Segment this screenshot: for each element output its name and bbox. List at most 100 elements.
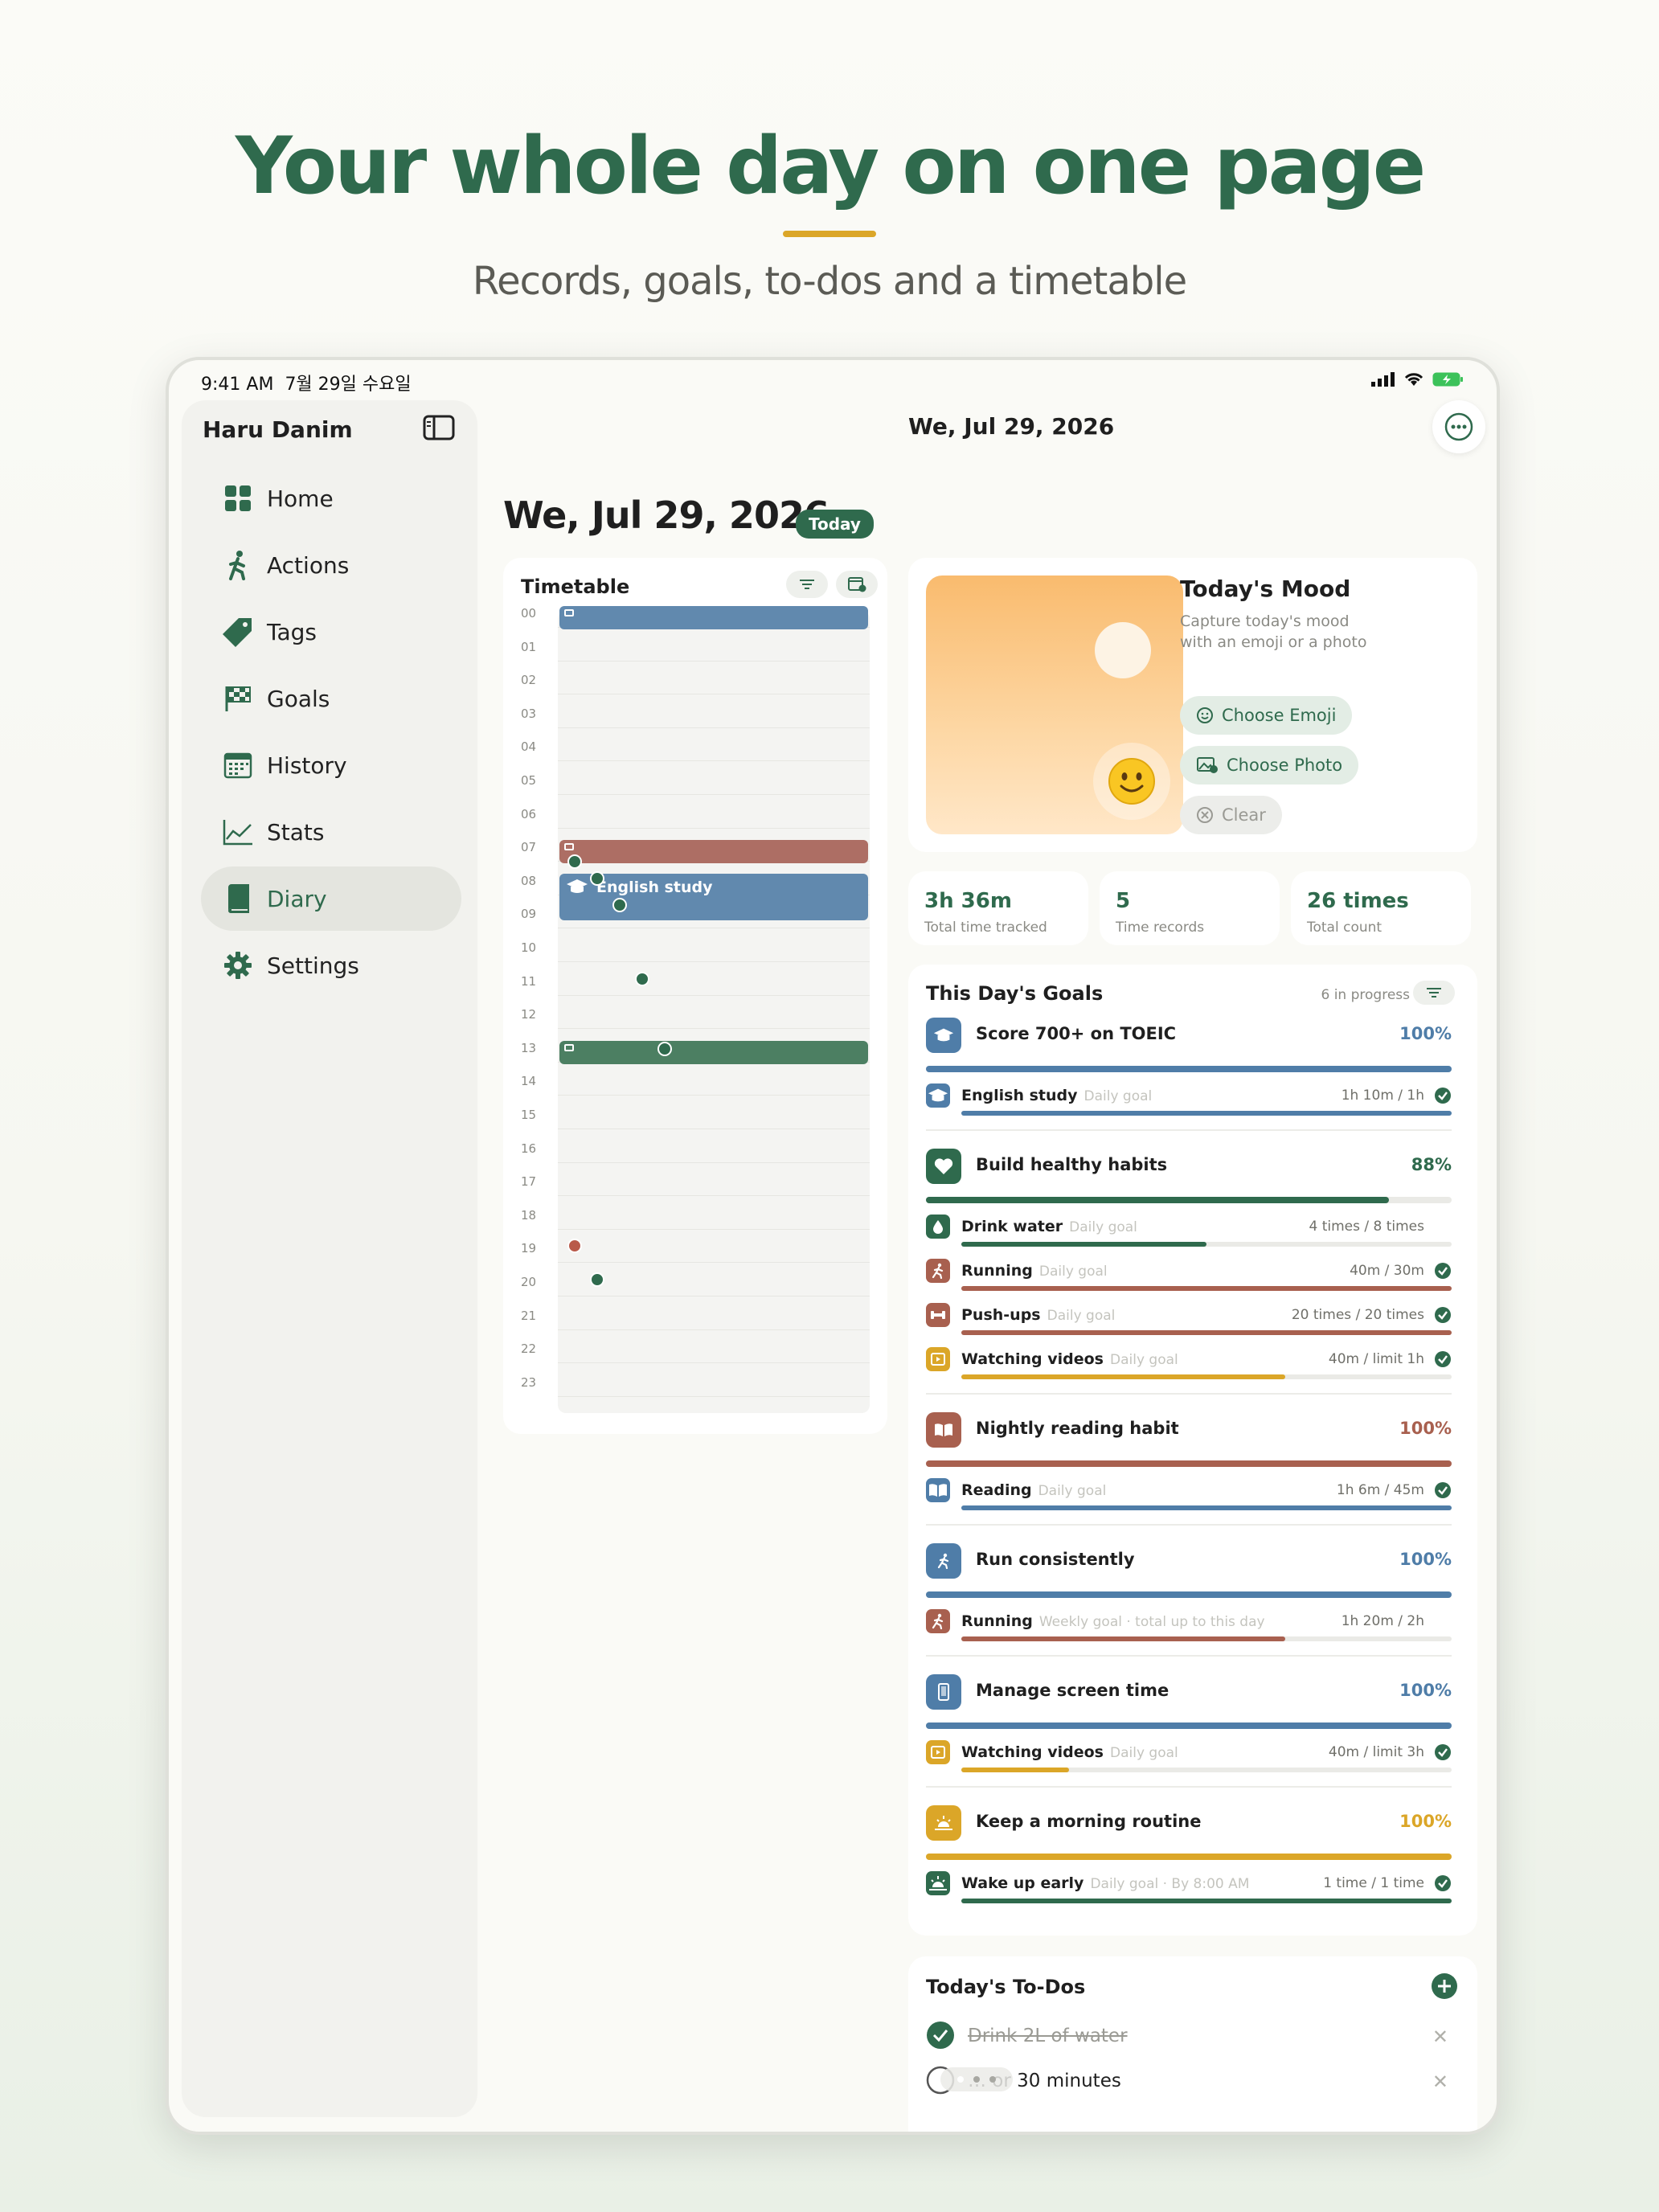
sub-goal-progress-bar	[961, 1505, 1452, 1510]
clear-mood-button[interactable]: Clear	[1180, 796, 1282, 834]
sidebar-item-home[interactable]: Home	[201, 466, 461, 530]
hour-label: 14	[521, 1074, 537, 1089]
choose-photo-button[interactable]: Choose Photo	[1180, 746, 1359, 784]
more-options-button[interactable]	[1432, 400, 1485, 453]
hour-label: 01	[521, 639, 537, 654]
sidebar-toggle-icon[interactable]	[423, 415, 455, 444]
gear-icon	[222, 949, 254, 981]
timetable-add-button[interactable]	[836, 571, 878, 598]
check-circle-icon	[1434, 1306, 1452, 1327]
sub-goal-type: Daily goal · By 8:00 AM	[1090, 1876, 1250, 1892]
goal-progress-fill	[926, 1197, 1389, 1203]
sidebar-item-diary[interactable]: Diary	[201, 866, 461, 931]
goal-group-row[interactable]: Keep a morning routine 100%	[926, 1805, 1452, 1862]
clear-circle-icon	[1197, 807, 1213, 823]
sub-goal-progress-fill	[961, 1768, 1070, 1772]
goal-group-row[interactable]: Score 700+ on TOEIC 100%	[926, 1018, 1452, 1074]
goal-divider	[926, 1393, 1452, 1395]
sub-goal-name: Running Daily goal	[961, 1262, 1108, 1280]
wifi-icon	[1404, 373, 1423, 386]
signal-icon	[1371, 372, 1395, 387]
sub-goal-progress-bar	[961, 1374, 1452, 1379]
mood-photo[interactable]	[926, 576, 1183, 834]
sub-goal-type: Daily goal	[1083, 1088, 1153, 1104]
add-todo-button[interactable]	[1431, 1972, 1458, 2003]
hour-label: 10	[521, 940, 537, 955]
goal-group-row[interactable]: Manage screen time 100%	[926, 1674, 1452, 1731]
goals-count: 6 in progress	[1321, 987, 1410, 1003]
open-book-icon	[926, 1478, 950, 1502]
check-circle-icon	[1434, 1262, 1452, 1283]
page-dot	[973, 2076, 980, 2083]
goal-progress-bar	[926, 1854, 1452, 1860]
sub-goal-row[interactable]: Watching videos Daily goal 40m / limit 3h	[926, 1740, 1452, 1776]
sub-goal-value: 40m / limit 1h	[1328, 1351, 1424, 1367]
sidebar-item-settings[interactable]: Settings	[201, 933, 461, 997]
timetable-filter-button[interactable]	[786, 571, 828, 598]
sub-goal-row[interactable]: Wake up early Daily goal · By 8:00 AM 1 ti…	[926, 1871, 1452, 1907]
app-name: Haru Danim	[203, 416, 353, 443]
stat-value: 5	[1116, 889, 1131, 913]
sidebar-item-actions[interactable]: Actions	[201, 533, 461, 597]
hour-gridline	[558, 1195, 870, 1197]
stat-card-records: 5 Time records	[1100, 871, 1280, 945]
goal-group-row[interactable]: Nightly reading habit 100%	[926, 1412, 1452, 1469]
check-circle-icon[interactable]	[926, 2021, 955, 2050]
hour-label: 19	[521, 1241, 537, 1256]
sub-goal-row[interactable]: Running Daily goal 40m / 30m	[926, 1259, 1452, 1294]
page-indicator	[940, 2067, 1013, 2091]
check-circle-icon	[1434, 1350, 1452, 1371]
timetable-block[interactable]	[559, 1040, 868, 1064]
sub-goal-type: Daily goal	[1038, 1483, 1107, 1499]
sub-goal-title: English study	[961, 1087, 1078, 1104]
sub-goal-row[interactable]: Drink water Daily goal 4 times / 8 times	[926, 1215, 1452, 1250]
timetable-record-dot[interactable]	[567, 854, 582, 869]
sub-goal-row[interactable]: Running Weekly goal · total up to this da…	[926, 1609, 1452, 1645]
stat-caption: Time records	[1116, 920, 1205, 936]
running-icon	[926, 1609, 950, 1633]
mood-description: Capture today's mood with an emoji or a …	[1180, 612, 1367, 651]
open-book-icon	[926, 1412, 961, 1448]
sub-goal-row[interactable]: Watching videos Daily goal 40m / limit 1h	[926, 1347, 1452, 1382]
sub-goal-row[interactable]: Reading Daily goal 1h 6m / 45m	[926, 1478, 1452, 1514]
hour-label: 16	[521, 1141, 537, 1156]
status-icons	[1371, 371, 1464, 387]
goal-group-row[interactable]: Run consistently 100%	[926, 1543, 1452, 1600]
sidebar-item-stats[interactable]: Stats	[201, 800, 461, 864]
timetable-block[interactable]	[559, 606, 868, 630]
hour-label: 21	[521, 1308, 537, 1323]
goal-name: Nightly reading habit	[976, 1419, 1179, 1438]
sidebar-nav: Home Actions Tags Goals History Stats Di…	[201, 466, 461, 1000]
timetable-record-dot[interactable]	[612, 898, 627, 913]
sub-goal-progress-bar	[961, 1330, 1452, 1335]
sidebar-item-tags[interactable]: Tags	[201, 600, 461, 664]
heart-icon	[926, 1149, 961, 1184]
headline-underline	[783, 231, 876, 237]
sub-goal-row[interactable]: Push-ups Daily goal 20 times / 20 times	[926, 1303, 1452, 1338]
hour-label: 20	[521, 1275, 537, 1289]
timetable-record-dot[interactable]	[590, 1272, 604, 1287]
timetable-record-dot[interactable]	[590, 870, 604, 886]
check-circle-icon	[1434, 1087, 1452, 1108]
sidebar-item-history[interactable]: History	[201, 733, 461, 797]
hour-label: 08	[521, 873, 537, 888]
sub-goal-progress-bar	[961, 1111, 1452, 1116]
sub-goal-title: Push-ups	[961, 1306, 1041, 1324]
stat-caption: Total count	[1307, 920, 1382, 936]
sub-goal-row[interactable]: English study Daily goal 1h 10m / 1h	[926, 1083, 1452, 1119]
timetable-block[interactable]: English study	[559, 873, 868, 921]
timetable-block[interactable]	[559, 840, 868, 864]
sidebar-item-goals[interactable]: Goals	[201, 666, 461, 731]
todo-item[interactable]: Drink 2L of water ✕	[926, 2021, 1452, 2053]
timetable-record-dot[interactable]	[657, 1041, 672, 1056]
goal-percent: 100%	[1399, 1024, 1452, 1043]
sidebar-item-label: Goals	[267, 685, 330, 712]
choose-emoji-button[interactable]: Choose Emoji	[1180, 696, 1353, 735]
goals-filter-button[interactable]	[1413, 981, 1455, 1005]
goal-group-row[interactable]: Build healthy habits 88%	[926, 1149, 1452, 1205]
timetable-record-dot[interactable]	[635, 971, 649, 986]
goal-progress-bar	[926, 1460, 1452, 1467]
today-badge: Today	[796, 510, 874, 539]
delete-todo-icon[interactable]: ✕	[1432, 2071, 1448, 2093]
delete-todo-icon[interactable]: ✕	[1432, 2026, 1448, 2048]
